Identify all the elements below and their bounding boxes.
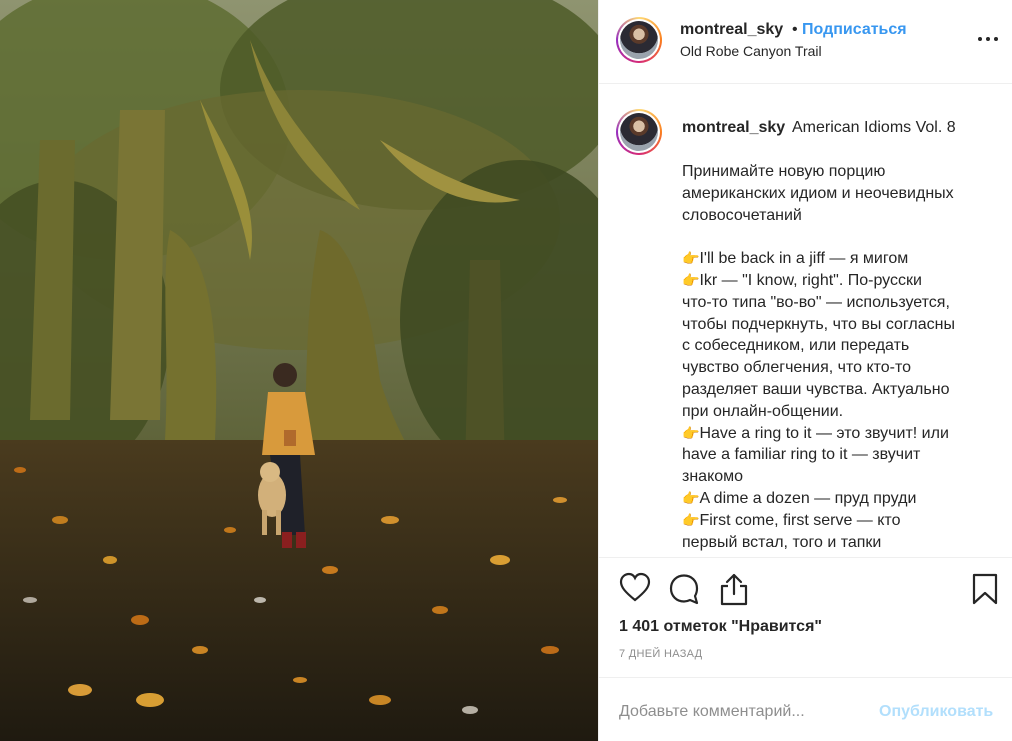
comment-form: Опубликовать — [599, 677, 1012, 741]
caption-title: American Idioms Vol. 8 — [792, 119, 956, 136]
caption-avatar[interactable] — [616, 109, 662, 155]
post-timestamp[interactable]: 7 ДНЕЙ НАЗАД — [619, 648, 702, 660]
idiom-text: A dime a dozen — пруд пруди — [699, 489, 917, 507]
idiom-text: First come, first serve — кто — [699, 511, 901, 529]
forest-photo — [0, 0, 598, 741]
caption-intro-line: Принимайте новую порцию — [682, 163, 886, 180]
idiom-line: 👉A dime a dozen — пруд пруди — [682, 488, 992, 510]
idiom-text: что-то типа "во-во" — используется, — [682, 293, 950, 311]
pointing-hand-icon: 👉 — [682, 511, 700, 528]
idiom-text: have a familiar ring to it — звучит — [682, 446, 921, 464]
comment-input[interactable] — [619, 703, 869, 721]
idiom-line: 👉First come, first serve — кто — [682, 510, 992, 532]
header-separator: • — [792, 21, 798, 38]
idiom-text: Have a ring to it — это звучит! или — [699, 424, 949, 442]
bookmark-icon[interactable] — [972, 573, 998, 605]
comment-icon[interactable] — [668, 573, 700, 605]
likes-count[interactable]: 1 401 отметок "Нравится" — [619, 618, 822, 636]
caption-username[interactable]: montreal_sky — [682, 119, 785, 137]
caption-text: Принимайте новую порцию американских идио… — [682, 161, 992, 553]
follow-button[interactable]: Подписаться — [802, 21, 907, 39]
header-username[interactable]: montreal_sky — [680, 21, 783, 39]
caption-area: montreal_sky American Idioms Vol. 8 Прин… — [599, 84, 1012, 558]
idiom-text: I'll be back in a jiff — я мигом — [699, 250, 909, 268]
pointing-hand-icon: 👉 — [682, 489, 700, 506]
idiom-text: чтобы подчеркнуть, что вы согласны — [682, 315, 955, 333]
caption-intro-line: словосочетаний — [682, 206, 802, 224]
idiom-line: have a familiar ring to it — звучит — [682, 444, 992, 466]
idiom-line: 👉I'll be back in a jiff — я мигом — [682, 248, 992, 270]
idiom-line: чтобы подчеркнуть, что вы согласны — [682, 314, 992, 336]
avatar[interactable] — [616, 17, 662, 63]
post-details-panel: montreal_sky • Подписаться Old Robe Cany… — [598, 0, 1012, 741]
idiom-text: Ikr — "I know, right". По-русски — [699, 271, 922, 289]
pointing-hand-icon: 👉 — [682, 424, 700, 441]
idiom-text: знакомо — [682, 468, 744, 486]
idiom-text: чувство облегчения, что кто-то — [682, 359, 912, 377]
share-icon[interactable] — [719, 572, 749, 606]
publish-comment-button[interactable]: Опубликовать — [879, 703, 993, 721]
idiom-line: что-то типа "во-во" — используется, — [682, 292, 992, 314]
more-options-icon[interactable] — [977, 32, 999, 46]
post-header: montreal_sky • Подписаться Old Robe Cany… — [599, 0, 1012, 84]
idiom-text: с собеседником, или передать — [682, 337, 910, 355]
idiom-line: 👉Ikr — "I know, right". По-русски — [682, 270, 992, 292]
idiom-line: с собеседником, или передать — [682, 335, 992, 357]
idiom-text: разделяет ваши чувства. Актуально — [682, 380, 950, 398]
action-bar — [599, 558, 1012, 618]
idiom-text: первый встал, того и тапки — [682, 533, 882, 551]
caption-intro-line: американских идиом и неочевидных — [682, 184, 954, 202]
idiom-line: разделяет ваши чувства. Актуально — [682, 379, 992, 401]
idiom-line: при онлайн-общении. — [682, 401, 992, 423]
post-photo[interactable] — [0, 0, 598, 741]
idiom-text: при онлайн-общении. — [682, 402, 844, 420]
heart-icon[interactable] — [619, 572, 651, 604]
idiom-line: 👉Have a ring to it — это звучит! или — [682, 423, 992, 445]
idiom-line: знакомо — [682, 466, 992, 488]
location-link[interactable]: Old Robe Canyon Trail — [680, 43, 822, 59]
pointing-hand-icon: 👉 — [682, 250, 700, 267]
idiom-line: чувство облегчения, что кто-то — [682, 357, 992, 379]
idiom-line: первый встал, того и тапки — [682, 532, 992, 554]
pointing-hand-icon: 👉 — [682, 271, 700, 288]
